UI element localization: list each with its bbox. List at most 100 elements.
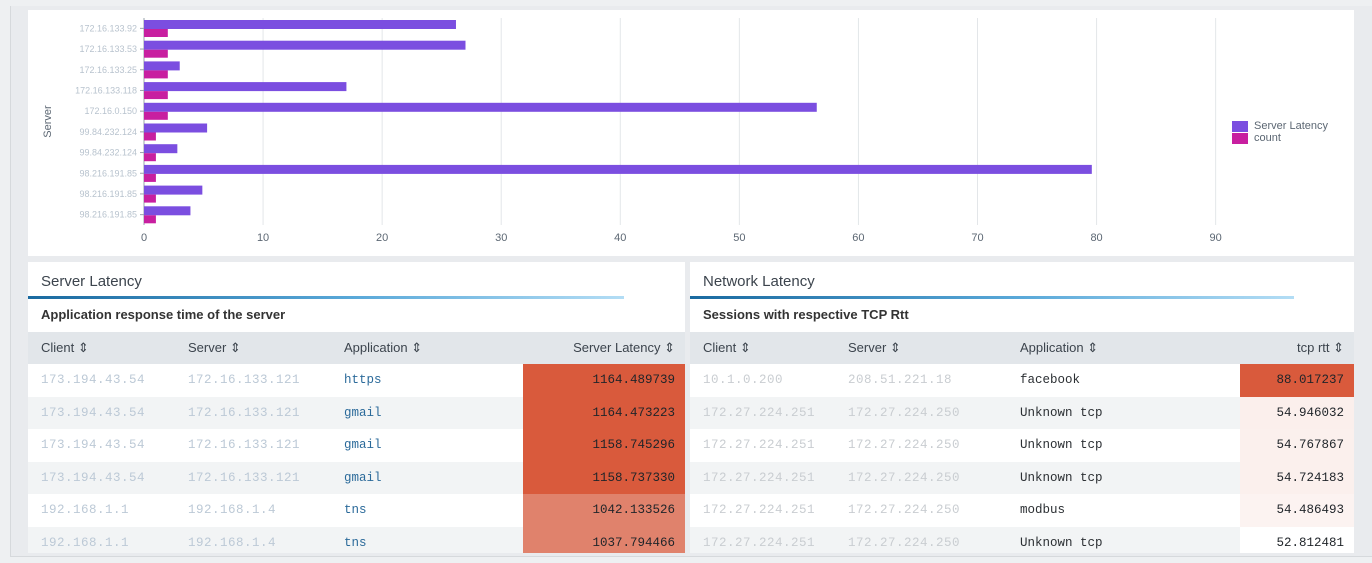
x-tick-label: 10 (257, 232, 269, 244)
table-row[interactable]: 192.168.1.1 192.168.1.4 tns 1037.794466 (28, 526, 685, 553)
table-row[interactable]: 173.194.43.54 172.16.133.121 gmail 1158.745… (28, 429, 685, 462)
cell-client[interactable]: 172.27.224.251 (690, 526, 835, 553)
cell-application[interactable]: tns (331, 494, 523, 527)
network-latency-panel: Network Latency Sessions with respective… (690, 262, 1354, 553)
column-header-client[interactable]: Client ⇕ (28, 332, 175, 364)
bar-count (144, 215, 156, 224)
server-latency-bar-chart: 0 10 20 30 40 50 60 70 80 90 172.16.133.92 172.16.1… (28, 10, 1354, 256)
bar-server-latency (144, 82, 347, 92)
cell-client[interactable]: 172.27.224.251 (690, 494, 835, 527)
y-tick-label: 99.84.232.124 (79, 127, 137, 137)
column-header-application[interactable]: Application ⇕ (1007, 332, 1240, 364)
y-tick-label: 172.16.133.53 (79, 44, 137, 54)
cell-server[interactable]: 172.27.224.250 (835, 396, 1007, 429)
table-row[interactable]: 173.194.43.54 172.16.133.121 https 1164.489… (28, 364, 685, 397)
cell-server[interactable]: 172.16.133.121 (175, 429, 331, 462)
cell-server[interactable]: 172.27.224.250 (835, 429, 1007, 462)
bar-server-latency (144, 20, 456, 29)
cell-server[interactable]: 208.51.221.18 (835, 364, 1007, 397)
cell-application[interactable]: https (331, 364, 523, 397)
bar-server-latency (144, 123, 208, 133)
column-header-client[interactable]: Client ⇕ (690, 332, 835, 364)
legend-item-server-latency[interactable]: Server Latency (1232, 120, 1352, 132)
table-row[interactable]: 10.1.0.200 208.51.221.18 facebook 88.017237 (690, 364, 1354, 397)
table-row[interactable]: 192.168.1.1 192.168.1.4 tns 1042.133526 (28, 494, 685, 527)
bar-server-latency (144, 61, 180, 71)
cell-value: 1042.133526 (523, 494, 685, 527)
cell-client[interactable]: 192.168.1.1 (28, 494, 175, 527)
cell-client[interactable]: 10.1.0.200 (690, 364, 835, 397)
cell-server[interactable]: 192.168.1.4 (175, 526, 331, 553)
table-header-row: Client ⇕ Server ⇕ Application ⇕ tcp rtt … (690, 332, 1354, 364)
cell-application[interactable]: Unknown tcp (1007, 396, 1240, 429)
cell-application[interactable]: gmail (331, 461, 523, 494)
cell-value: 54.486493 (1240, 494, 1354, 527)
bar-server-latency (144, 40, 466, 50)
cell-server[interactable]: 192.168.1.4 (175, 494, 331, 527)
x-tick-label: 60 (852, 232, 864, 244)
cell-application[interactable]: tns (331, 526, 523, 553)
x-tick-label: 30 (495, 232, 507, 244)
cell-value: 52.812481 (1240, 526, 1354, 553)
table-row[interactable]: 173.194.43.54 172.16.133.121 gmail 1158.737… (28, 461, 685, 494)
cell-client[interactable]: 172.27.224.251 (690, 396, 835, 429)
cell-application[interactable]: gmail (331, 429, 523, 462)
column-header-tcp-rtt[interactable]: tcp rtt ⇕ (1240, 332, 1354, 364)
cell-client[interactable]: 173.194.43.54 (28, 396, 175, 429)
x-tick-label: 0 (141, 232, 147, 244)
table-row[interactable]: 172.27.224.251 172.27.224.250 modbus 54.486… (690, 494, 1354, 527)
bar-count (144, 173, 156, 182)
cell-value: 54.724183 (1240, 461, 1354, 494)
cell-client[interactable]: 173.194.43.54 (28, 364, 175, 397)
cell-client[interactable]: 172.27.224.251 (690, 429, 835, 462)
cell-application[interactable]: Unknown tcp (1007, 526, 1240, 553)
cell-client[interactable]: 173.194.43.54 (28, 461, 175, 494)
cell-client[interactable]: 172.27.224.251 (690, 461, 835, 494)
chart-legend: Server Latency count (1232, 120, 1352, 144)
network-latency-table-body: 10.1.0.200 208.51.221.18 facebook 88.017237… (690, 364, 1354, 553)
cell-server[interactable]: 172.27.224.250 (835, 461, 1007, 494)
y-tick-label: 172.16.133.25 (79, 65, 137, 75)
cell-server[interactable]: 172.16.133.121 (175, 461, 331, 494)
bar-count (144, 49, 168, 58)
cell-application[interactable]: modbus (1007, 494, 1240, 527)
server-latency-title: Server Latency (41, 273, 142, 290)
bar-server-latency (144, 102, 817, 112)
cell-client[interactable]: 173.194.43.54 (28, 429, 175, 462)
bar-server-latency (144, 185, 203, 195)
cell-server[interactable]: 172.16.133.121 (175, 364, 331, 397)
cell-application[interactable]: facebook (1007, 364, 1240, 397)
y-tick-label: 172.16.0.150 (84, 106, 137, 116)
y-tick-label: 172.16.133.92 (79, 23, 137, 33)
column-header-server-latency[interactable]: Server Latency ⇕ (523, 332, 685, 364)
chart-svg: 0 10 20 30 40 50 60 70 80 90 172.16.133.92 172.16.1… (42, 18, 1222, 244)
bar-count (144, 70, 168, 79)
server-latency-subtitle: Application response time of the server (41, 307, 286, 322)
server-latency-table: Client ⇕ Server ⇕ Application ⇕ Server L… (28, 332, 685, 553)
table-row[interactable]: 172.27.224.251 172.27.224.250 Unknown tcp 5… (690, 396, 1354, 429)
cell-value: 1037.794466 (523, 526, 685, 553)
cell-value: 1158.737330 (523, 461, 685, 494)
x-tick-label: 90 (1210, 232, 1222, 244)
bar-server-latency (144, 144, 178, 154)
table-row[interactable]: 172.27.224.251 172.27.224.250 Unknown tcp 5… (690, 526, 1354, 553)
cell-application[interactable]: gmail (331, 396, 523, 429)
legend-swatch-server-latency (1232, 120, 1248, 132)
legend-item-count[interactable]: count (1232, 132, 1352, 144)
server-latency-table-body: 173.194.43.54 172.16.133.121 https 1164.489… (28, 364, 685, 553)
table-row[interactable]: 172.27.224.251 172.27.224.250 Unknown tcp 5… (690, 429, 1354, 462)
cell-value: 1158.745296 (523, 429, 685, 462)
table-header-row: Client ⇕ Server ⇕ Application ⇕ Server L… (28, 332, 685, 364)
column-header-server[interactable]: Server ⇕ (835, 332, 1007, 364)
cell-application[interactable]: Unknown tcp (1007, 429, 1240, 462)
y-tick-label: 98.216.191.85 (79, 210, 137, 220)
cell-server[interactable]: 172.27.224.250 (835, 526, 1007, 553)
column-header-server[interactable]: Server ⇕ (175, 332, 331, 364)
cell-client[interactable]: 192.168.1.1 (28, 526, 175, 553)
cell-server[interactable]: 172.16.133.121 (175, 396, 331, 429)
column-header-application[interactable]: Application ⇕ (331, 332, 523, 364)
table-row[interactable]: 173.194.43.54 172.16.133.121 gmail 1164.473… (28, 396, 685, 429)
table-row[interactable]: 172.27.224.251 172.27.224.250 Unknown tcp 5… (690, 461, 1354, 494)
cell-server[interactable]: 172.27.224.250 (835, 494, 1007, 527)
cell-application[interactable]: Unknown tcp (1007, 461, 1240, 494)
